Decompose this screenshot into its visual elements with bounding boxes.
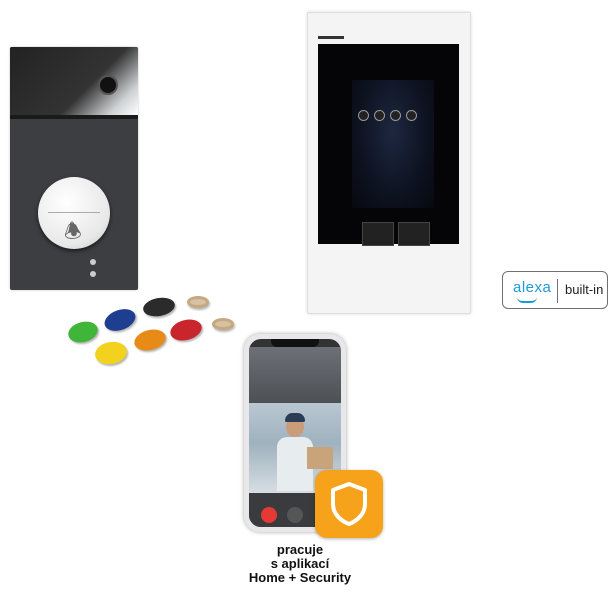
monitor-status-dot: [358, 110, 369, 121]
monitor-screen: [318, 44, 459, 246]
rfid-tag-beige-2: [212, 318, 234, 330]
alexa-built-in-badge: alexa built-in: [502, 271, 608, 309]
monitor-tile: [398, 222, 430, 246]
door-station-camera-panel: [10, 47, 138, 115]
rfid-tag-orange: [131, 326, 169, 354]
monitor-screen-content: [352, 80, 434, 208]
monitor-tile: [362, 222, 394, 246]
parcel-box: [307, 447, 333, 469]
monitor-status-dot: [406, 110, 417, 121]
rfid-tag-blue: [101, 305, 139, 335]
monitor-status-dot: [390, 110, 401, 121]
hang-up-icon: [261, 507, 277, 523]
rfid-tag-green: [65, 318, 101, 346]
monitor-logo: [318, 36, 344, 39]
indoor-monitor-image: [307, 12, 471, 314]
bell-icon: 🕭: [64, 221, 82, 243]
caption-line-3: Home + Security: [248, 570, 352, 585]
caption-line-1: pracuje: [276, 542, 324, 557]
door-station-speaker-strip: [10, 115, 138, 119]
alexa-wordmark: alexa: [513, 279, 552, 296]
rfid-tag-beige: [187, 296, 209, 308]
status-led: [90, 259, 96, 265]
app-caption: pracuje s aplikací Home + Security: [230, 543, 370, 585]
rfid-tag-red: [167, 316, 205, 344]
doorbell-button: 🕭: [38, 177, 110, 249]
phone-notch: [271, 339, 319, 347]
shield-icon: [331, 482, 367, 526]
mic-icon: [287, 507, 303, 523]
status-led: [90, 271, 96, 277]
built-in-label: built-in: [565, 282, 604, 297]
alexa-smile-icon: [517, 297, 537, 303]
caption-line-2: s aplikací: [270, 556, 330, 571]
camera-lens-icon: [98, 75, 118, 95]
monitor-status-dot: [374, 110, 385, 121]
rfid-tag-black: [141, 295, 177, 319]
home-security-app-icon: [315, 470, 383, 538]
door-station-image: 🕭: [10, 47, 138, 290]
rfid-tag-yellow: [93, 339, 129, 367]
phone-camera-preview: [249, 347, 341, 403]
